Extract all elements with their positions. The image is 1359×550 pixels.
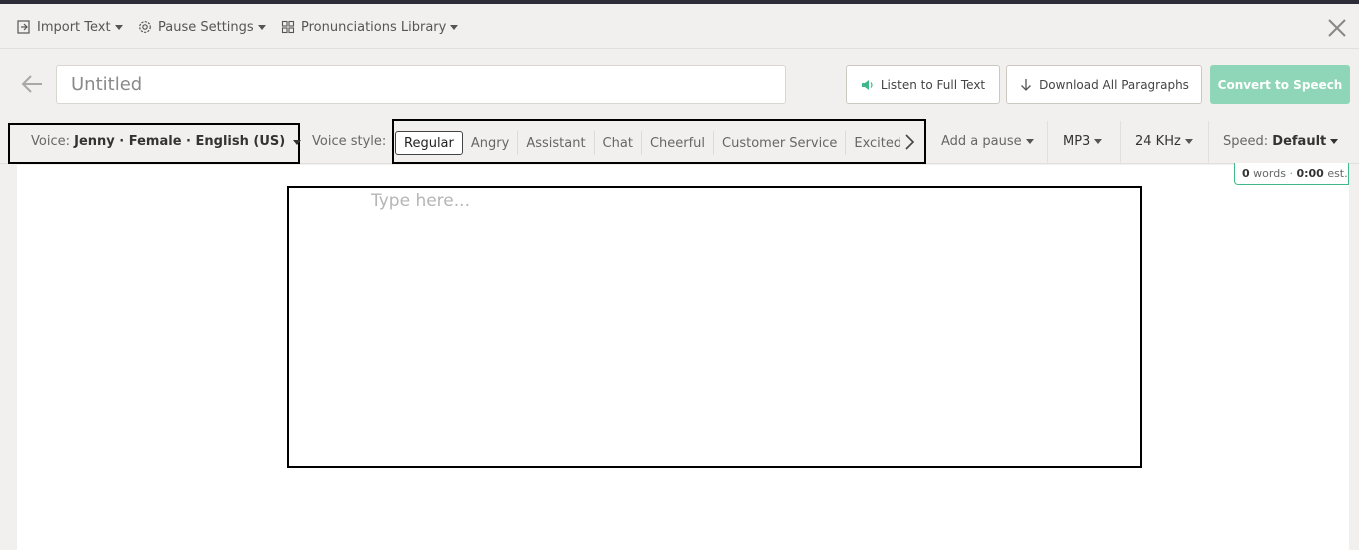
listen-full-text-button[interactable]: Listen to Full Text (846, 65, 1000, 104)
voice-selector[interactable]: Voice: Jenny · Female · English (US) (31, 134, 302, 149)
voice-style-list: Regular Angry Assistant Chat Cheerful Cu… (395, 131, 900, 155)
pause-settings-menu[interactable]: Pause Settings (138, 17, 266, 37)
style-chip-cheerful[interactable]: Cheerful (642, 131, 715, 155)
style-chip-excited[interactable]: Excited (846, 131, 900, 155)
chevron-down-icon (293, 140, 302, 145)
back-arrow-icon[interactable] (20, 72, 44, 96)
chevron-down-icon (1094, 139, 1103, 144)
add-pause-dropdown[interactable]: Add a pause (941, 134, 1034, 149)
listen-full-text-label: Listen to Full Text (880, 77, 986, 92)
toolbar-divider (1120, 121, 1121, 163)
est-label: est. (1327, 167, 1348, 180)
style-chip-regular[interactable]: Regular (395, 131, 463, 155)
speed-value: Default (1272, 134, 1327, 149)
title-input[interactable] (56, 65, 786, 104)
chevron-right-icon[interactable] (903, 133, 915, 151)
pause-settings-label: Pause Settings (158, 19, 254, 35)
download-all-paragraphs-label: Download All Paragraphs (1039, 77, 1189, 92)
toolbar-divider (1047, 121, 1048, 163)
text-placeholder[interactable]: Type here... (371, 191, 470, 211)
voice-label: Voice: (31, 134, 70, 149)
chevron-down-icon (1025, 139, 1034, 144)
word-count-badge: 0 words · 0:00 est. (1234, 163, 1349, 185)
convert-to-speech-label: Convert to Speech (1217, 77, 1343, 92)
speaker-icon (861, 79, 873, 90)
import-text-label: Import Text (37, 19, 111, 35)
download-all-paragraphs-button[interactable]: Download All Paragraphs (1006, 65, 1202, 104)
sample-rate-value: 24 KHz (1135, 134, 1181, 149)
badge-separator: · (1289, 167, 1293, 180)
chevron-down-icon (1330, 139, 1339, 144)
style-chip-assistant[interactable]: Assistant (518, 131, 595, 155)
add-pause-label: Add a pause (941, 134, 1022, 149)
sample-rate-dropdown[interactable]: 24 KHz (1135, 134, 1193, 149)
word-count: 0 (1242, 167, 1250, 180)
style-chip-customer-service[interactable]: Customer Service (714, 131, 847, 155)
chevron-down-icon (114, 24, 123, 30)
chevron-down-icon (257, 24, 266, 30)
gear-icon (139, 21, 151, 33)
format-value: MP3 (1063, 134, 1091, 149)
close-icon[interactable] (1326, 17, 1348, 39)
voice-value: Jenny · Female · English (US) (74, 134, 286, 149)
format-dropdown[interactable]: MP3 (1063, 134, 1103, 149)
import-icon (17, 20, 30, 34)
speed-label: Speed: (1223, 134, 1269, 149)
voice-style-label: Voice style: (312, 134, 387, 149)
speed-dropdown[interactable]: Speed: Default (1223, 134, 1339, 149)
style-chip-angry[interactable]: Angry (463, 131, 519, 155)
toolbar-divider (1208, 121, 1209, 163)
chevron-down-icon (1184, 139, 1193, 144)
chevron-down-icon (450, 24, 459, 30)
convert-to-speech-button[interactable]: Convert to Speech (1210, 65, 1350, 104)
pronunciations-library-label: Pronunciations Library (301, 19, 447, 35)
words-label: words (1253, 167, 1286, 180)
menu-bar: Import Text Pause Settings Pronunciation… (0, 4, 1359, 49)
style-chip-chat[interactable]: Chat (595, 131, 642, 155)
download-arrow-icon (1021, 78, 1032, 91)
grid-icon (281, 20, 295, 34)
import-text-menu[interactable]: Import Text (17, 17, 123, 37)
duration-estimate: 0:00 (1296, 167, 1324, 180)
text-area-highlight (287, 186, 1142, 468)
pronunciations-library-menu[interactable]: Pronunciations Library (281, 17, 459, 37)
voice-toolbar: Voice: Jenny · Female · English (US) Voi… (0, 119, 1359, 164)
